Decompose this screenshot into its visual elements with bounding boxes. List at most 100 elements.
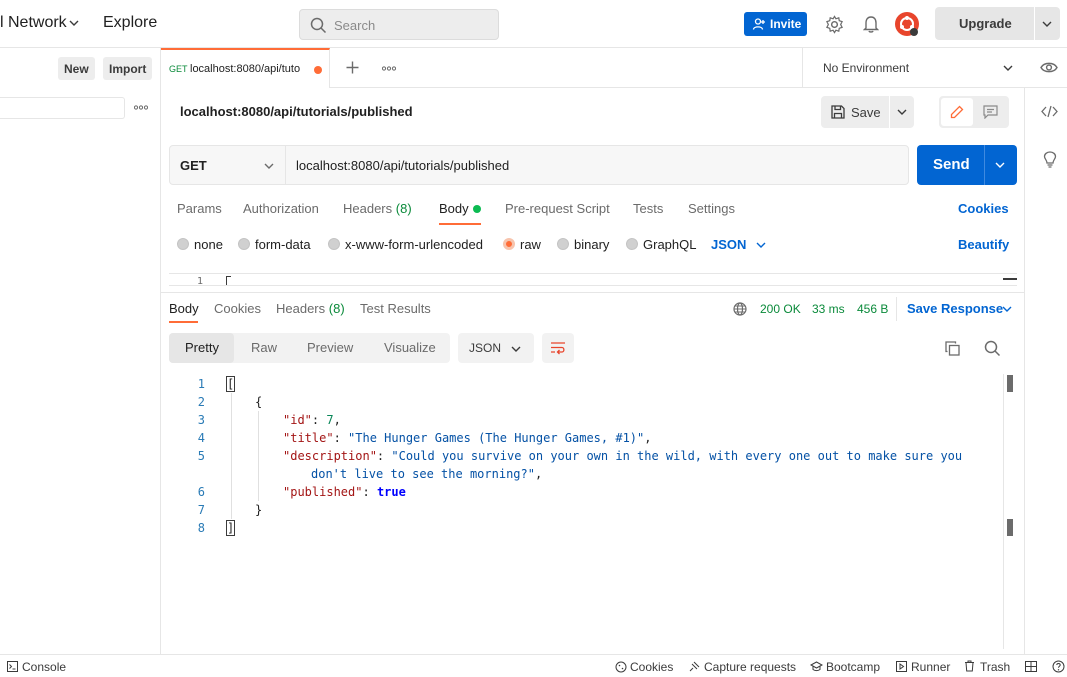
raw-view-button[interactable]: Raw — [251, 340, 277, 355]
edit-button[interactable] — [941, 98, 973, 126]
response-tab-test-results[interactable]: Test Results — [360, 301, 431, 316]
visualize-view-button[interactable]: Visualize — [384, 340, 436, 355]
scrollbar-thumb[interactable] — [1007, 375, 1013, 392]
preview-view-button[interactable]: Preview — [307, 340, 353, 355]
comment-icon[interactable] — [983, 105, 998, 119]
radio-raw[interactable] — [503, 238, 515, 250]
beautify-link[interactable]: Beautify — [958, 237, 1009, 252]
add-user-icon — [752, 18, 765, 30]
tab-body-label: Body — [439, 201, 469, 216]
wrap-lines-button[interactable] — [542, 333, 574, 363]
response-size[interactable]: 456 B — [857, 302, 888, 316]
radio-raw-label[interactable]: raw — [520, 237, 541, 252]
eye-icon[interactable] — [1040, 61, 1058, 74]
unsaved-dot — [314, 66, 322, 74]
status-code[interactable]: 200 OK — [760, 302, 801, 316]
invite-button[interactable]: Invite — [744, 12, 807, 36]
pretty-label[interactable]: Pretty — [185, 340, 219, 355]
code-line: ] — [225, 519, 236, 537]
gear-icon[interactable] — [825, 15, 844, 34]
runner-button[interactable]: Runner — [911, 660, 950, 674]
tab-headers[interactable]: Headers (8) — [343, 201, 412, 216]
chevron-down-icon[interactable] — [1002, 305, 1012, 313]
footer-cookies-button[interactable]: Cookies — [630, 660, 673, 674]
avatar[interactable] — [894, 11, 920, 37]
raw-type-select[interactable]: JSON — [711, 237, 746, 252]
trash-icon[interactable] — [964, 660, 975, 672]
sidebar-filter-input[interactable] — [0, 97, 125, 119]
scrollbar-track[interactable] — [1003, 374, 1004, 649]
chevron-down-icon[interactable] — [69, 19, 79, 27]
request-name[interactable]: localhost:8080/api/tutorials/published — [180, 104, 413, 119]
search-icon[interactable] — [984, 340, 1001, 357]
environment-select[interactable]: No Environment — [802, 48, 1025, 88]
radio-binary-label[interactable]: binary — [574, 237, 609, 252]
request-body-editor[interactable]: 1 — [169, 273, 1017, 286]
tab-authorization[interactable]: Authorization — [243, 201, 319, 216]
tab-tests[interactable]: Tests — [633, 201, 663, 216]
method-select[interactable]: GET — [170, 146, 286, 184]
radio-none-label[interactable]: none — [194, 237, 223, 252]
radio-urlencoded-label[interactable]: x-www-form-urlencoded — [345, 237, 483, 252]
upgrade-button[interactable]: Upgrade — [935, 7, 1060, 40]
sidebar: New Import — [0, 48, 161, 654]
cookie-icon[interactable] — [615, 661, 627, 673]
console-button[interactable]: Console — [22, 660, 66, 674]
radio-graphql[interactable] — [626, 238, 638, 250]
response-tab-cookies[interactable]: Cookies — [214, 301, 261, 316]
response-format-select[interactable]: JSON — [458, 333, 534, 363]
response-tab-body[interactable]: Body — [169, 301, 199, 316]
json-string: "The Hunger Games (The Hunger Games, #1)… — [348, 431, 645, 445]
resize-handle[interactable] — [1003, 278, 1017, 280]
radio-urlencoded[interactable] — [328, 238, 340, 250]
plus-icon[interactable] — [346, 61, 359, 74]
radio-none[interactable] — [177, 238, 189, 250]
response-headers-label: Headers — [276, 301, 326, 316]
tab-prerequest-script[interactable]: Pre-request Script — [505, 201, 610, 216]
console-icon[interactable] — [7, 661, 18, 672]
response-tab-headers[interactable]: Headers (8) — [276, 301, 345, 316]
more-icon[interactable] — [134, 105, 148, 110]
new-button[interactable]: New — [58, 57, 95, 80]
trash-button[interactable]: Trash — [980, 660, 1010, 674]
globe-icon[interactable] — [733, 302, 747, 316]
layout-icon[interactable] — [1025, 661, 1037, 672]
chevron-down-icon[interactable] — [995, 161, 1005, 169]
bell-icon[interactable] — [863, 15, 879, 33]
chevron-down-icon[interactable] — [897, 108, 907, 116]
capture-requests-button[interactable]: Capture requests — [704, 660, 796, 674]
radio-graphql-label[interactable]: GraphQL — [643, 237, 696, 252]
scrollbar-thumb[interactable] — [1007, 519, 1013, 536]
import-button[interactable]: Import — [103, 57, 153, 80]
tab-params[interactable]: Params — [177, 201, 222, 216]
save-button[interactable]: Save — [821, 96, 914, 128]
tab-body[interactable]: Body — [439, 201, 469, 216]
radio-binary[interactable] — [557, 238, 569, 250]
satellite-icon[interactable] — [688, 661, 700, 673]
response-time[interactable]: 33 ms — [812, 302, 845, 316]
send-button[interactable]: Send — [917, 145, 1017, 185]
code-icon[interactable] — [1041, 105, 1058, 118]
copy-icon[interactable] — [945, 341, 960, 356]
bootcamp-button[interactable]: Bootcamp — [826, 660, 880, 674]
request-tab[interactable]: GET localhost:8080/api/tuto — [161, 48, 330, 88]
cookies-link[interactable]: Cookies — [958, 201, 1009, 216]
radio-form-data[interactable] — [238, 238, 250, 250]
save-response-button[interactable]: Save Response — [907, 301, 1003, 316]
more-icon[interactable] — [382, 66, 396, 71]
lightbulb-icon[interactable] — [1043, 151, 1057, 168]
code-line: "title": "The Hunger Games (The Hunger G… — [283, 431, 652, 445]
runner-icon[interactable] — [896, 661, 907, 672]
chevron-down-icon[interactable] — [756, 241, 766, 249]
explore-link[interactable]: Explore — [103, 14, 157, 32]
response-body-viewer[interactable]: 1 2 3 4 5 6 7 8 [ { "id": 7, "title": "T… — [169, 374, 1004, 649]
search-input[interactable]: Search — [299, 9, 499, 40]
tab-settings[interactable]: Settings — [688, 201, 735, 216]
workspace-menu[interactable]: l Network — [0, 14, 67, 32]
url-input[interactable]: localhost:8080/api/tutorials/published — [296, 158, 509, 173]
chevron-down-icon[interactable] — [1042, 20, 1052, 28]
radio-form-data-label[interactable]: form-data — [255, 237, 311, 252]
line-number: 8 — [197, 521, 205, 535]
help-icon[interactable] — [1052, 660, 1065, 673]
graduation-cap-icon[interactable] — [810, 661, 823, 672]
